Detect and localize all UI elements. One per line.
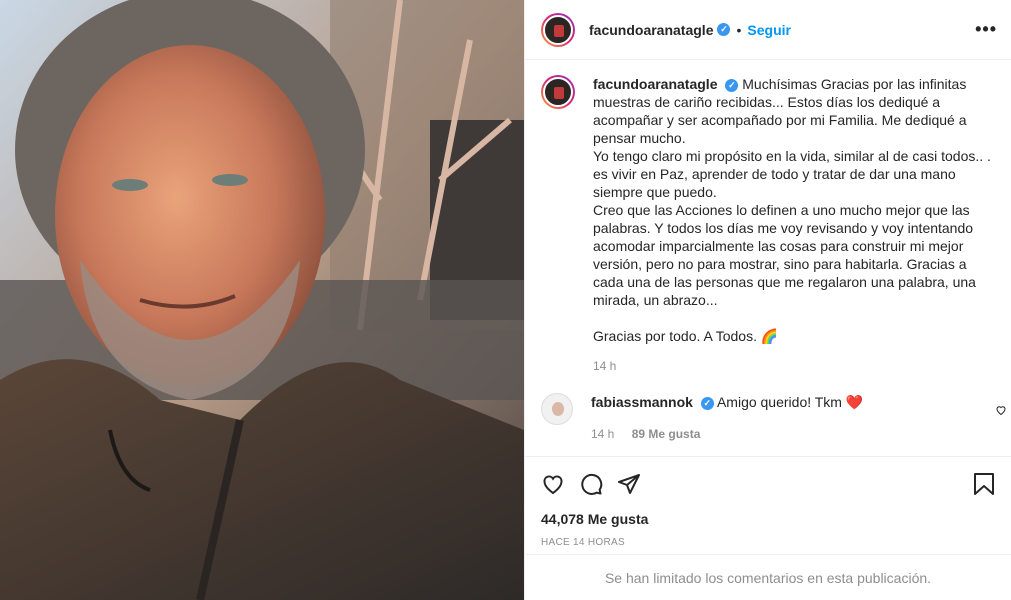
verified-icon: ✓ <box>725 78 739 92</box>
comment-time: 14 h <box>591 427 615 441</box>
comment-text: Amigo querido! Tkm ❤️ <box>716 394 864 410</box>
comment-avatar[interactable] <box>541 393 573 425</box>
post-header: facundoaranatagle ✓ • Seguir ••• <box>525 0 1011 60</box>
caption-avatar[interactable] <box>541 75 575 109</box>
separator-dot: • <box>736 21 742 38</box>
caption-username[interactable]: facundoaranatagle <box>593 76 717 92</box>
more-options-icon[interactable]: ••• <box>975 19 997 40</box>
post-photo[interactable] <box>0 0 524 600</box>
comments-limited-notice: Se han limitado los comentarios en esta … <box>525 554 1011 600</box>
comment-body: fabiassmannok ✓ Amigo querido! Tkm ❤️ 14… <box>591 393 863 443</box>
comment-like-heart-icon[interactable] <box>995 404 1007 416</box>
post-panel: facundoaranatagle ✓ • Seguir ••• facundo… <box>524 0 1011 600</box>
follow-button[interactable]: Seguir <box>747 22 791 38</box>
verified-icon: ✓ <box>717 23 731 36</box>
comment-username[interactable]: fabiassmannok <box>591 394 693 410</box>
comments-area[interactable]: facundoaranatagle ✓ Muchísimas Gracias p… <box>525 61 1011 456</box>
caption: facundoaranatagle ✓ Muchísimas Gracias p… <box>541 75 995 345</box>
comment-item: fabiassmannok ✓ Amigo querido! Tkm ❤️ 14… <box>541 393 995 443</box>
caption-text: Muchísimas Gracias por las infinitas mue… <box>593 76 991 344</box>
action-icons <box>541 457 995 511</box>
caption-body: facundoaranatagle ✓ Muchísimas Gracias p… <box>593 75 993 345</box>
comment-likes[interactable]: 89 Me gusta <box>632 427 701 441</box>
bookmark-icon[interactable] <box>973 472 995 496</box>
heart-icon[interactable] <box>541 472 565 496</box>
likes-count[interactable]: 44,078 Me gusta <box>541 511 995 527</box>
post-actions: 44,078 Me gusta HACE 14 HORAS <box>525 456 1011 548</box>
comment-icon[interactable] <box>579 472 603 496</box>
comment-meta: 14 h 89 Me gusta <box>591 425 863 443</box>
caption-time: 14 h <box>593 359 617 373</box>
author-username[interactable]: facundoaranatagle <box>589 22 713 38</box>
post-time-ago: HACE 14 HORAS <box>541 537 625 548</box>
verified-icon: ✓ <box>700 396 714 410</box>
share-icon[interactable] <box>617 472 641 496</box>
author-avatar[interactable] <box>541 12 575 47</box>
post-image <box>0 0 524 600</box>
